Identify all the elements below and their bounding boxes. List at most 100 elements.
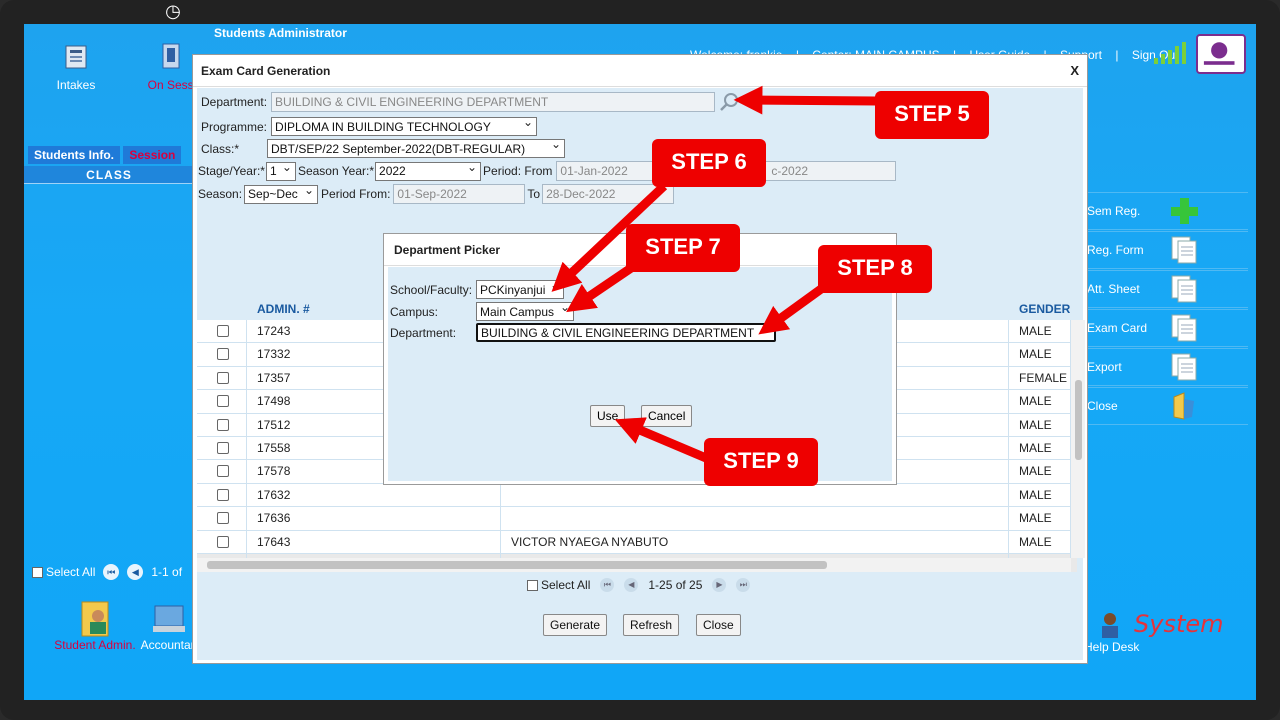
step-7-callout: STEP 7 [626,224,740,272]
stage-select[interactable]: 1 [265,160,296,181]
att-sheet-label: Att. Sheet [1087,282,1140,296]
dialog-title: Exam Card Generation [201,63,331,78]
prev-page-icon[interactable]: ◀ [624,578,639,592]
row-checkbox-cell [197,320,247,344]
row-checkbox[interactable] [217,512,229,525]
programme-row: Programme: DIPLOMA IN BUILDING TECHNOLOG… [201,115,538,136]
programme-select[interactable]: DIPLOMA IN BUILDING TECHNOLOGY [271,115,538,136]
programme-label: Programme: [201,119,268,134]
season-year-label: Season Year:* [297,164,375,178]
class-header: CLASS [24,166,194,184]
campus-select[interactable]: Main Campus [476,300,574,321]
checkbox[interactable] [32,566,43,578]
admin-column-header[interactable]: ADMIN. # [257,302,310,316]
help-desk-button[interactable]: Help Desk [1084,610,1139,654]
season-period-to: 28-Dec-2022 [542,184,675,204]
sem-reg-button[interactable]: Sem Reg. [1084,192,1248,230]
table-row[interactable]: 17632 MALE [197,483,1077,508]
row-checkbox[interactable] [217,325,229,337]
folder-icon [1173,392,1194,420]
gender-column-header[interactable]: GENDER [1019,302,1070,316]
row-checkbox[interactable] [217,488,229,501]
att-sheet-button[interactable]: Att. Sheet [1084,270,1248,308]
student-name [501,507,1009,531]
gender-cell: MALE [1009,320,1071,344]
step-5-callout: STEP 5 [875,91,989,139]
season-year-select[interactable]: 2022 [375,160,482,181]
left-page-info: 1-1 of [151,565,183,579]
admin-number: 17636 [247,507,501,531]
step-9-callout: STEP 9 [704,438,818,486]
tab-session[interactable]: Session [123,146,182,164]
accountant-icon [153,605,185,632]
separator: | [1115,48,1119,62]
prev-page-icon[interactable]: ◀ [127,564,144,580]
row-checkbox[interactable] [217,442,229,454]
student-name: VICTOR NYAEGA NYABUTO [501,530,1009,554]
class-label: Class:* [201,141,240,156]
close-menu-button[interactable]: Close [1084,387,1248,425]
first-page-icon[interactable]: ⏮ [600,578,615,592]
department-label: Department: [201,95,268,109]
season-label: Season: [198,187,243,201]
cancel-button[interactable]: Cancel [641,405,693,427]
last-page-icon[interactable]: ⏭ [736,578,751,592]
checkbox[interactable] [527,579,538,591]
table-row[interactable]: 17636 MALE [197,507,1077,531]
left-select-all[interactable]: Select All [32,565,95,579]
crest-icon [1203,42,1235,65]
horizontal-scrollbar[interactable] [197,558,1071,572]
dialog-title-bar: Exam Card Generation X [193,55,1087,87]
on-session-icon [162,43,180,69]
student-name [501,483,1009,508]
tab-students-info[interactable]: Students Info. [28,146,120,164]
export-button[interactable]: Export [1084,348,1248,386]
intakes-label: Intakes [56,78,96,92]
document-icon [1171,353,1197,381]
exam-card-button[interactable]: Exam Card [1084,309,1248,347]
gender-cell: MALE [1009,530,1071,554]
campus-row: Campus: Main Campus [390,300,574,321]
table-row[interactable]: 17643 VICTOR NYAEGA NYABUTO MALE [197,530,1077,554]
hscroll-thumb[interactable] [207,561,827,569]
row-checkbox[interactable] [217,535,229,548]
reg-form-button[interactable]: Reg. Form [1084,231,1248,269]
picker-department-row: Department: BUILDING & CIVIL ENGINEERING… [390,322,776,342]
season-row: Season: Sep~Dec Period From: 01-Sep-2022… [198,183,675,204]
class-select[interactable]: DBT/SEP/22 September-2022(DBT-REGULAR) [267,137,566,158]
help-desk-label: Help Desk [1084,640,1140,654]
system-logo: System [1134,610,1224,638]
use-button[interactable]: Use [590,405,626,427]
row-checkbox[interactable] [217,395,229,408]
picker-department-select[interactable]: BUILDING & CIVIL ENGINEERING DEPARTMENT [476,322,776,342]
row-checkbox[interactable] [217,371,229,384]
row-checkbox[interactable] [217,465,229,478]
school-row: School/Faculty: PCKinyanjui [390,278,564,299]
on-session-label: On Sessi [147,78,197,92]
row-checkbox[interactable] [217,418,229,431]
row-checkbox-cell [197,366,247,391]
department-field[interactable]: BUILDING & CIVIL ENGINEERING DEPARTMENT [271,92,716,112]
school-select[interactable]: PCKinyanjui [476,278,564,299]
admin-number: 17632 [247,483,501,508]
select-all-label: Select All [46,565,96,579]
student-admin-icon [81,601,109,637]
row-checkbox[interactable] [217,348,229,361]
next-page-icon[interactable]: ▶ [712,578,727,592]
season-select[interactable]: Sep~Dec [244,183,319,204]
season-to-label: To [527,187,541,201]
close-button[interactable]: Close [696,614,741,636]
vertical-scrollbar[interactable] [1071,320,1085,558]
dialog-close-button[interactable]: X [1070,63,1079,78]
intakes-button[interactable]: Intakes [36,42,116,92]
gender-cell: MALE [1009,460,1071,484]
generate-button[interactable]: Generate [543,614,608,636]
search-icon[interactable] [719,92,739,112]
left-tabs: Students Info. Session [28,146,182,164]
dialog-select-all[interactable]: Select All [527,578,590,592]
gender-cell: FEMALE [1009,366,1071,391]
page-info: 1-25 of 25 [648,578,703,592]
first-page-icon[interactable]: ⏮ [103,564,120,580]
refresh-button[interactable]: Refresh [623,614,680,636]
scroll-thumb[interactable] [1075,380,1082,460]
